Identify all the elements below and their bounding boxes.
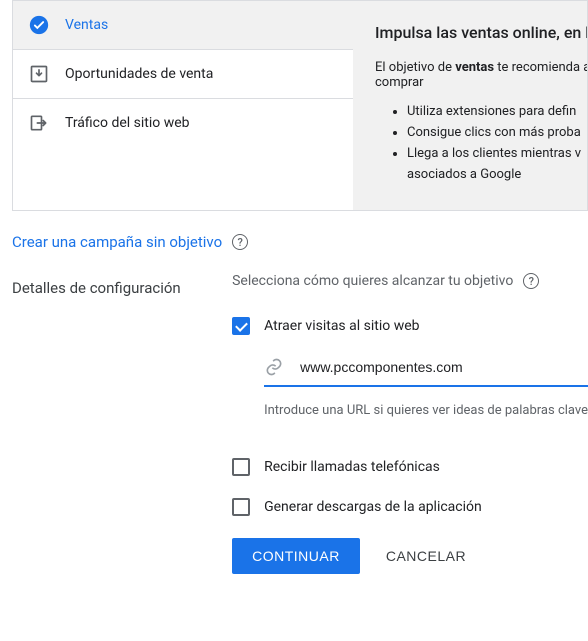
objective-list: Ventas Oportunidades de venta Tráfico de… xyxy=(13,1,353,210)
objective-item-traffic[interactable]: Tráfico del sitio web xyxy=(13,99,353,147)
link-icon xyxy=(264,357,284,377)
checkbox-icon[interactable] xyxy=(232,458,250,476)
import-icon xyxy=(29,64,49,84)
create-without-objective-row: Crear una campaña sin objetivo ? xyxy=(0,211,588,273)
info-bullet: Llega a los clientes mientras v xyxy=(407,146,587,161)
objective-label: Oportunidades de venta xyxy=(65,66,213,82)
button-row: CONTINUAR CANCELAR xyxy=(232,538,588,574)
checkbox-icon[interactable] xyxy=(232,498,250,516)
arrow-exit-icon xyxy=(29,113,49,133)
checkbox-row-visits[interactable]: Atraer visitas al sitio web xyxy=(232,317,588,335)
config-subtitle: Selecciona cómo quieres alcanzar tu obje… xyxy=(232,273,513,289)
info-description: El objetivo de ventas te recomienda aju … xyxy=(375,60,587,90)
create-without-objective-link[interactable]: Crear una campaña sin objetivo xyxy=(12,233,222,251)
objective-item-ventas[interactable]: Ventas xyxy=(13,1,353,50)
config-body: Selecciona cómo quieres alcanzar tu obje… xyxy=(232,273,588,574)
config-section: Detalles de configuración Selecciona cóm… xyxy=(0,273,588,574)
checkbox-label: Generar descargas de la aplicación xyxy=(264,499,482,515)
help-icon[interactable]: ? xyxy=(523,273,539,289)
checkbox-label: Recibir llamadas telefónicas xyxy=(264,459,440,475)
objective-label: Ventas xyxy=(65,17,108,33)
continue-button[interactable]: CONTINUAR xyxy=(232,538,360,574)
info-bullet: Consigue clics con más proba xyxy=(407,125,587,140)
info-bullet: Utiliza extensiones para defin xyxy=(407,104,587,119)
checkbox-row-downloads[interactable]: Generar descargas de la aplicación xyxy=(232,498,588,516)
info-bullet: asociados a Google xyxy=(407,167,587,182)
info-bullet-list: Utiliza extensiones para defin Consigue … xyxy=(375,104,587,182)
config-subtitle-row: Selecciona cómo quieres alcanzar tu obje… xyxy=(232,273,588,289)
objective-info-panel: Impulsa las ventas online, en la El obje… xyxy=(353,1,587,210)
checkbox-icon[interactable] xyxy=(232,317,250,335)
url-hint: Introduce una URL si quieres ver ideas d… xyxy=(264,403,588,418)
website-url-input[interactable] xyxy=(298,358,588,376)
config-section-title: Detalles de configuración xyxy=(12,273,232,574)
objective-item-leads[interactable]: Oportunidades de venta xyxy=(13,50,353,99)
help-icon[interactable]: ? xyxy=(232,234,248,250)
objective-label: Tráfico del sitio web xyxy=(65,115,190,131)
checkbox-label: Atraer visitas al sitio web xyxy=(264,318,419,334)
cancel-button[interactable]: CANCELAR xyxy=(380,547,472,565)
objectives-panel: Ventas Oportunidades de venta Tráfico de… xyxy=(12,0,588,211)
info-title: Impulsa las ventas online, en la xyxy=(375,23,587,42)
checkbox-row-calls[interactable]: Recibir llamadas telefónicas xyxy=(232,458,588,476)
checkmark-circle-icon xyxy=(29,15,49,35)
website-url-field[interactable] xyxy=(264,357,588,387)
